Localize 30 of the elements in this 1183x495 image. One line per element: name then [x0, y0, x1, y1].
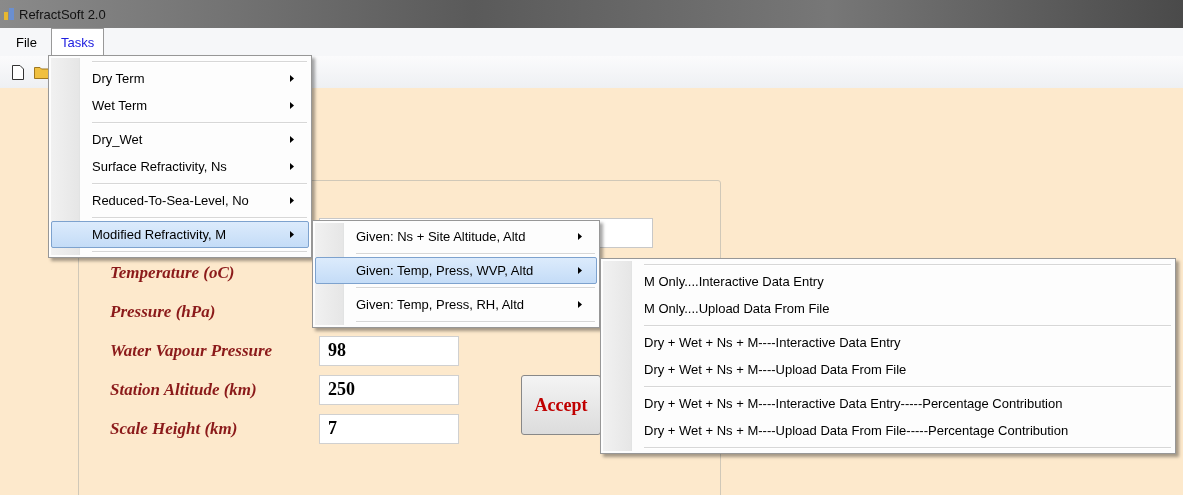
field-label: Water Vapour Pressure — [110, 340, 274, 361]
menu-item[interactable]: Reduced-To-Sea-Level, No — [51, 187, 309, 214]
input-field[interactable]: 250 — [319, 374, 459, 405]
input-field[interactable]: 98 — [319, 335, 459, 366]
menu-item[interactable]: Wet Term — [51, 92, 309, 119]
menu-item[interactable]: Dry_Wet — [51, 126, 309, 153]
menu-item[interactable]: Dry + Wet + Ns + M----Upload Data From File — [603, 356, 1173, 383]
menu-item[interactable]: Surface Refractivity, Ns — [51, 153, 309, 180]
menu-item[interactable]: Tasks — [50, 28, 105, 56]
menu-item[interactable]: Dry Term — [51, 65, 309, 92]
menu-item[interactable]: M Only....Upload Data From File — [603, 295, 1173, 322]
menu-item[interactable]: File — [6, 28, 47, 56]
new-file-icon[interactable] — [12, 64, 24, 80]
menu-item[interactable]: Dry + Wet + Ns + M----Upload Data From File-----Percentage Contribution — [603, 417, 1173, 444]
menu-item[interactable]: Modified Refractivity, M — [51, 221, 309, 248]
field-label: Station Altitude (km) — [110, 379, 258, 400]
field-label: Pressure (hPa) — [110, 301, 217, 322]
accept-button[interactable]: Accept — [521, 375, 601, 435]
menu-item[interactable]: Dry + Wet + Ns + M----Interactive Data Entry-----Percentage Contribution — [603, 390, 1173, 417]
menu-item[interactable]: Given: Temp, Press, WVP, Altd — [315, 257, 597, 284]
app-icon — [4, 8, 14, 20]
menu-item[interactable]: Dry + Wet + Ns + M----Interactive Data Entry — [603, 329, 1173, 356]
window-title: RefractSoft 2.0 — [19, 6, 106, 22]
field-label: Temperature (oC) — [110, 262, 236, 283]
menu-item[interactable]: Given: Temp, Press, RH, Altd — [315, 291, 597, 318]
folder-icon[interactable] — [34, 65, 50, 79]
field-label: Scale Height (km) — [110, 418, 239, 439]
menu-item[interactable]: Given: Ns + Site Altitude, Altd — [315, 223, 597, 250]
input-field[interactable]: 7 — [319, 413, 459, 444]
menu-item[interactable]: M Only....Interactive Data Entry — [603, 268, 1173, 295]
